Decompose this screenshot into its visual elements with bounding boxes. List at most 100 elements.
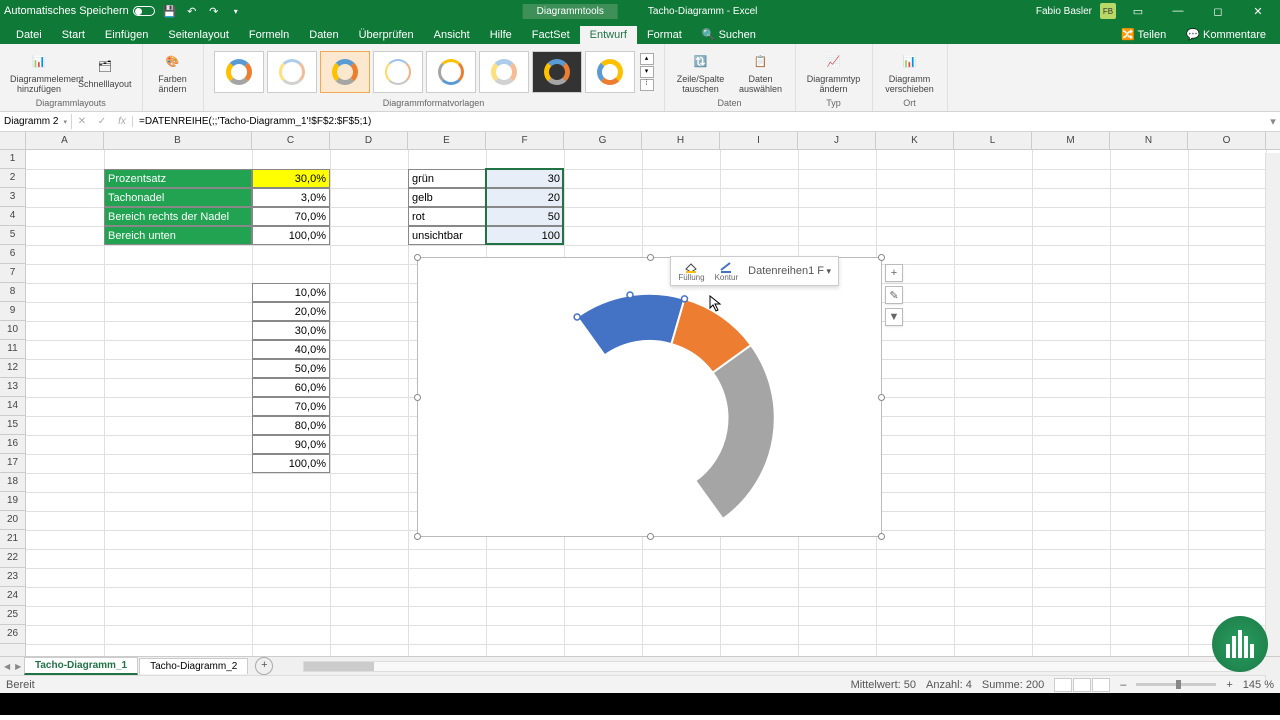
fill-button[interactable]: Füllung	[675, 260, 707, 283]
chart-styles-button[interactable]: ✎	[885, 286, 903, 304]
add-chart-element-button[interactable]: 📊 Diagrammelement hinzufügen	[6, 47, 72, 97]
table2-value[interactable]: 100	[486, 226, 564, 245]
chart-style-5[interactable]	[426, 51, 476, 93]
row-header[interactable]: 14	[0, 397, 25, 416]
chart-elements-button[interactable]: +	[885, 264, 903, 282]
list-value[interactable]: 80,0%	[252, 416, 330, 435]
row-header[interactable]: 8	[0, 283, 25, 302]
row-header[interactable]: 6	[0, 245, 25, 264]
row-header[interactable]: 5	[0, 226, 25, 245]
row-header[interactable]: 2	[0, 169, 25, 188]
list-value[interactable]: 40,0%	[252, 340, 330, 359]
select-data-button[interactable]: 📋 Daten auswählen	[733, 47, 789, 97]
list-value[interactable]: 90,0%	[252, 435, 330, 454]
row-header[interactable]: 4	[0, 207, 25, 226]
row-header[interactable]: 11	[0, 340, 25, 359]
tab-einfuegen[interactable]: Einfügen	[95, 26, 158, 44]
sheet-nav[interactable]: ◀▶	[2, 662, 23, 671]
row-header[interactable]: 9	[0, 302, 25, 321]
user-avatar[interactable]: FB	[1100, 3, 1116, 19]
slice-grey[interactable]	[695, 345, 774, 519]
zoom-in-button[interactable]: +	[1226, 679, 1232, 691]
row-header[interactable]: 25	[0, 606, 25, 625]
chart-style-7[interactable]	[532, 51, 582, 93]
redo-icon[interactable]: ↷	[207, 4, 221, 18]
tab-entwurf[interactable]: Entwurf	[580, 26, 637, 44]
change-colors-button[interactable]: 🎨 Farben ändern	[149, 47, 197, 97]
row-header[interactable]: 12	[0, 359, 25, 378]
qat-more-icon[interactable]: ▾	[229, 4, 243, 18]
tab-teilen[interactable]: 🔀 Teilen	[1111, 25, 1176, 44]
list-value[interactable]: 50,0%	[252, 359, 330, 378]
chart-style-4[interactable]	[373, 51, 423, 93]
chart-style-6[interactable]	[479, 51, 529, 93]
row-header[interactable]: 19	[0, 492, 25, 511]
move-chart-button[interactable]: 📊 Diagramm verschieben	[879, 47, 941, 97]
row-header[interactable]: 13	[0, 378, 25, 397]
col-header[interactable]: G	[564, 132, 642, 149]
select-all-corner[interactable]	[0, 132, 26, 149]
row-header[interactable]: 7	[0, 264, 25, 283]
tab-seitenlayout[interactable]: Seitenlayout	[158, 26, 239, 44]
row-header[interactable]: 10	[0, 321, 25, 340]
maximize-icon[interactable]: ◻	[1200, 0, 1236, 22]
styles-gallery-more[interactable]: ▴▾⁞	[640, 53, 654, 91]
table1-label[interactable]: Bereich rechts der Nadel	[104, 207, 252, 226]
list-value[interactable]: 70,0%	[252, 397, 330, 416]
col-header[interactable]: H	[642, 132, 720, 149]
autosave-toggle[interactable]: Automatisches Speichern	[4, 5, 155, 17]
switch-row-col-button[interactable]: 🔃 Zeile/Spalte tauschen	[671, 47, 731, 97]
tab-datei[interactable]: Datei	[6, 26, 52, 44]
chart-object[interactable]: Füllung Kontur Datenreihen1 F ▾ + ✎ ▼	[417, 257, 882, 537]
col-header[interactable]: K	[876, 132, 954, 149]
zoom-out-button[interactable]: –	[1120, 679, 1126, 691]
row-header[interactable]: 15	[0, 416, 25, 435]
close-icon[interactable]: ✕	[1240, 0, 1276, 22]
row-header[interactable]: 26	[0, 625, 25, 644]
minimize-icon[interactable]: ―	[1160, 0, 1196, 22]
table1-label[interactable]: Prozentsatz	[104, 169, 252, 188]
col-header[interactable]: O	[1188, 132, 1266, 149]
table1-label[interactable]: Bereich unten	[104, 226, 252, 245]
undo-icon[interactable]: ↶	[185, 4, 199, 18]
chart-filter-button[interactable]: ▼	[885, 308, 903, 326]
doughnut-chart[interactable]	[418, 258, 883, 538]
table1-value[interactable]: 30,0%	[252, 169, 330, 188]
sheet-tab-1[interactable]: Tacho-Diagramm_1	[24, 657, 138, 675]
outline-button[interactable]: Kontur	[712, 260, 742, 283]
row-header[interactable]: 21	[0, 530, 25, 549]
list-value[interactable]: 10,0%	[252, 283, 330, 302]
row-header[interactable]: 22	[0, 549, 25, 568]
tab-kommentare[interactable]: 💬 Kommentare	[1176, 25, 1276, 44]
tab-hilfe[interactable]: Hilfe	[480, 26, 522, 44]
row-header[interactable]: 18	[0, 473, 25, 492]
change-chart-type-button[interactable]: 📈 Diagrammtyp ändern	[802, 47, 866, 97]
series-dropdown[interactable]: Datenreihen1 F ▾	[745, 265, 834, 277]
tab-start[interactable]: Start	[52, 26, 95, 44]
chart-style-8[interactable]	[585, 51, 635, 93]
row-header[interactable]: 17	[0, 454, 25, 473]
add-sheet-button[interactable]: +	[255, 657, 273, 675]
col-header[interactable]: C	[252, 132, 330, 149]
tab-factset[interactable]: FactSet	[522, 26, 580, 44]
list-value[interactable]: 100,0%	[252, 454, 330, 473]
tab-daten[interactable]: Daten	[299, 26, 348, 44]
col-header[interactable]: D	[330, 132, 408, 149]
row-header[interactable]: 23	[0, 568, 25, 587]
table2-value[interactable]: 20	[486, 188, 564, 207]
worksheet-grid[interactable]: 1234567891011121314151617181920212223242…	[0, 150, 1280, 656]
col-header[interactable]: N	[1110, 132, 1188, 149]
zoom-level[interactable]: 145 %	[1243, 679, 1274, 691]
table2-value[interactable]: 50	[486, 207, 564, 226]
table1-value[interactable]: 100,0%	[252, 226, 330, 245]
table2-label[interactable]: gelb	[408, 188, 486, 207]
row-header[interactable]: 20	[0, 511, 25, 530]
horizontal-scrollbar[interactable]	[303, 661, 1250, 672]
col-header[interactable]: A	[26, 132, 104, 149]
slice-blue[interactable]	[577, 294, 684, 355]
list-value[interactable]: 20,0%	[252, 302, 330, 321]
quick-layout-button[interactable]: 🗂 Schnelllayout	[74, 52, 136, 92]
col-header[interactable]: E	[408, 132, 486, 149]
list-value[interactable]: 60,0%	[252, 378, 330, 397]
row-header[interactable]: 3	[0, 188, 25, 207]
